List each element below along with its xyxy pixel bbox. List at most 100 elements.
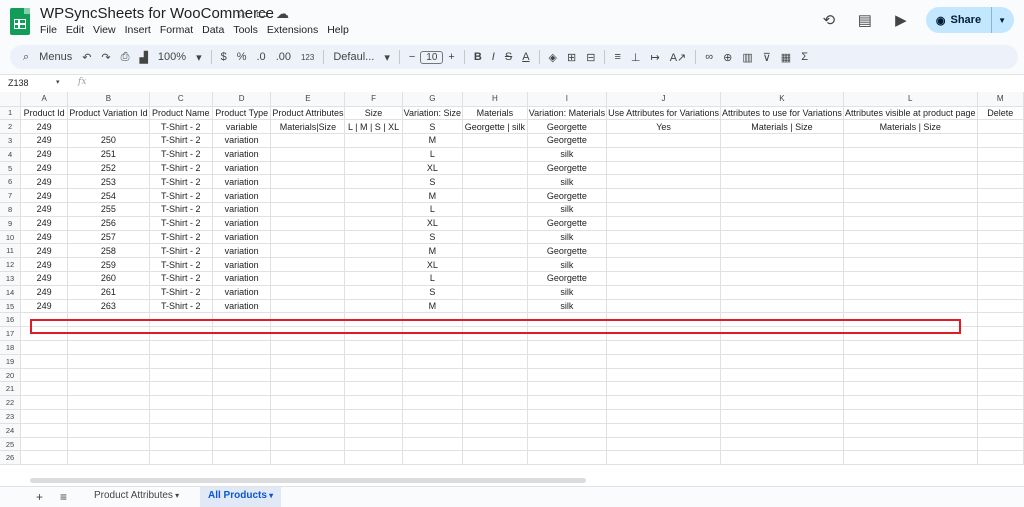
cell[interactable]: 249 xyxy=(20,147,69,162)
column-header-d[interactable]: D xyxy=(212,92,272,107)
cell[interactable] xyxy=(344,450,403,466)
cell[interactable] xyxy=(606,174,721,190)
cell[interactable] xyxy=(977,340,1024,355)
filter-icon[interactable]: ⊽ xyxy=(758,51,776,64)
menu-view[interactable]: View xyxy=(93,24,116,36)
cell[interactable]: variation xyxy=(212,299,272,314)
cell[interactable] xyxy=(527,423,608,438)
sheet-tab-dropdown-icon[interactable]: ▾ xyxy=(173,491,179,500)
cell[interactable] xyxy=(977,381,1024,397)
cell[interactable] xyxy=(606,368,721,383)
row-header[interactable]: 18 xyxy=(0,340,22,355)
cell[interactable]: Yes xyxy=(606,119,721,135)
cell[interactable] xyxy=(977,133,1024,148)
cell[interactable]: T-Shirt - 2 xyxy=(149,161,213,176)
cell[interactable] xyxy=(344,174,403,190)
cell[interactable] xyxy=(527,326,608,342)
insert-comment-icon[interactable]: ⊕ xyxy=(718,51,737,64)
cell[interactable] xyxy=(20,409,69,424)
cell[interactable] xyxy=(344,147,403,162)
cell[interactable] xyxy=(977,202,1024,217)
cell[interactable] xyxy=(720,161,844,176)
cell[interactable] xyxy=(20,368,69,383)
cell[interactable]: 249 xyxy=(20,174,69,190)
cell[interactable] xyxy=(344,354,403,369)
cell[interactable] xyxy=(977,299,1024,314)
cell[interactable] xyxy=(20,450,69,466)
cell[interactable]: 249 xyxy=(20,119,69,135)
row-header[interactable]: 16 xyxy=(0,312,22,328)
menu-edit[interactable]: Edit xyxy=(66,24,84,36)
row-header[interactable]: 2 xyxy=(0,119,22,135)
cell[interactable]: M xyxy=(402,133,464,148)
cell[interactable]: T-Shirt - 2 xyxy=(149,119,213,135)
move-folder-icon[interactable]: ▭ xyxy=(256,6,268,22)
cell[interactable] xyxy=(720,450,844,466)
cell[interactable] xyxy=(344,326,403,342)
column-header-i[interactable]: I xyxy=(527,92,608,107)
cell[interactable]: variation xyxy=(212,230,272,245)
cell[interactable] xyxy=(606,409,721,424)
cell[interactable] xyxy=(977,285,1024,300)
cell[interactable]: Variation: Size xyxy=(402,106,464,121)
cell[interactable] xyxy=(402,450,464,466)
cell[interactable]: 255 xyxy=(67,202,150,217)
cell[interactable]: Materials | Size xyxy=(720,119,844,135)
cell[interactable] xyxy=(344,395,403,411)
cell[interactable] xyxy=(843,271,978,286)
comments-icon[interactable]: ▤ xyxy=(854,9,876,31)
cell[interactable] xyxy=(20,381,69,397)
cell[interactable] xyxy=(527,395,608,411)
cell[interactable]: M xyxy=(402,188,464,204)
cell[interactable] xyxy=(843,450,978,466)
cell[interactable] xyxy=(270,312,346,328)
cell[interactable] xyxy=(720,395,844,411)
paint-format-icon[interactable]: ▟ xyxy=(134,51,152,64)
cell[interactable]: 249 xyxy=(20,161,69,176)
bold-icon[interactable]: B xyxy=(469,51,487,63)
cell[interactable] xyxy=(67,423,150,438)
cell[interactable] xyxy=(344,202,403,217)
cell[interactable] xyxy=(20,423,69,438)
cell[interactable]: silk xyxy=(527,147,608,162)
row-header[interactable]: 12 xyxy=(0,257,22,273)
cell[interactable]: Product Name xyxy=(149,106,213,121)
cell[interactable] xyxy=(977,188,1024,204)
cell[interactable] xyxy=(843,326,978,342)
cell[interactable] xyxy=(843,216,978,231)
cell[interactable] xyxy=(462,188,528,204)
cell[interactable]: Use Attributes for Variations xyxy=(606,106,721,121)
cell[interactable] xyxy=(212,381,272,397)
cell[interactable] xyxy=(843,299,978,314)
cell[interactable]: 251 xyxy=(67,147,150,162)
cell[interactable]: Materials | Size xyxy=(843,119,978,135)
cell[interactable] xyxy=(606,188,721,204)
cell[interactable] xyxy=(462,354,528,369)
row-header[interactable]: 5 xyxy=(0,161,22,176)
column-header-j[interactable]: J xyxy=(606,92,721,107)
cell[interactable] xyxy=(344,340,403,355)
cell[interactable]: silk xyxy=(527,257,608,273)
cell[interactable]: 249 xyxy=(20,299,69,314)
cell[interactable] xyxy=(720,437,844,452)
cell[interactable] xyxy=(720,257,844,273)
cell[interactable] xyxy=(977,326,1024,342)
cell[interactable] xyxy=(212,368,272,383)
cell[interactable] xyxy=(149,450,213,466)
cell[interactable] xyxy=(606,354,721,369)
cell[interactable] xyxy=(462,216,528,231)
cell[interactable] xyxy=(462,340,528,355)
column-header-a[interactable]: A xyxy=(20,92,69,107)
cell[interactable] xyxy=(270,340,346,355)
cell[interactable] xyxy=(720,299,844,314)
add-sheet-icon[interactable]: + xyxy=(36,490,43,504)
cell[interactable] xyxy=(212,450,272,466)
cell[interactable] xyxy=(977,368,1024,383)
share-button[interactable]: ◉ Share ▼ xyxy=(925,7,1014,33)
column-header-m[interactable]: M xyxy=(977,92,1024,107)
cell[interactable] xyxy=(67,119,150,135)
share-dropdown-icon[interactable]: ▼ xyxy=(992,16,1014,25)
cell[interactable] xyxy=(843,188,978,204)
cell[interactable] xyxy=(843,257,978,273)
cell[interactable] xyxy=(977,271,1024,286)
